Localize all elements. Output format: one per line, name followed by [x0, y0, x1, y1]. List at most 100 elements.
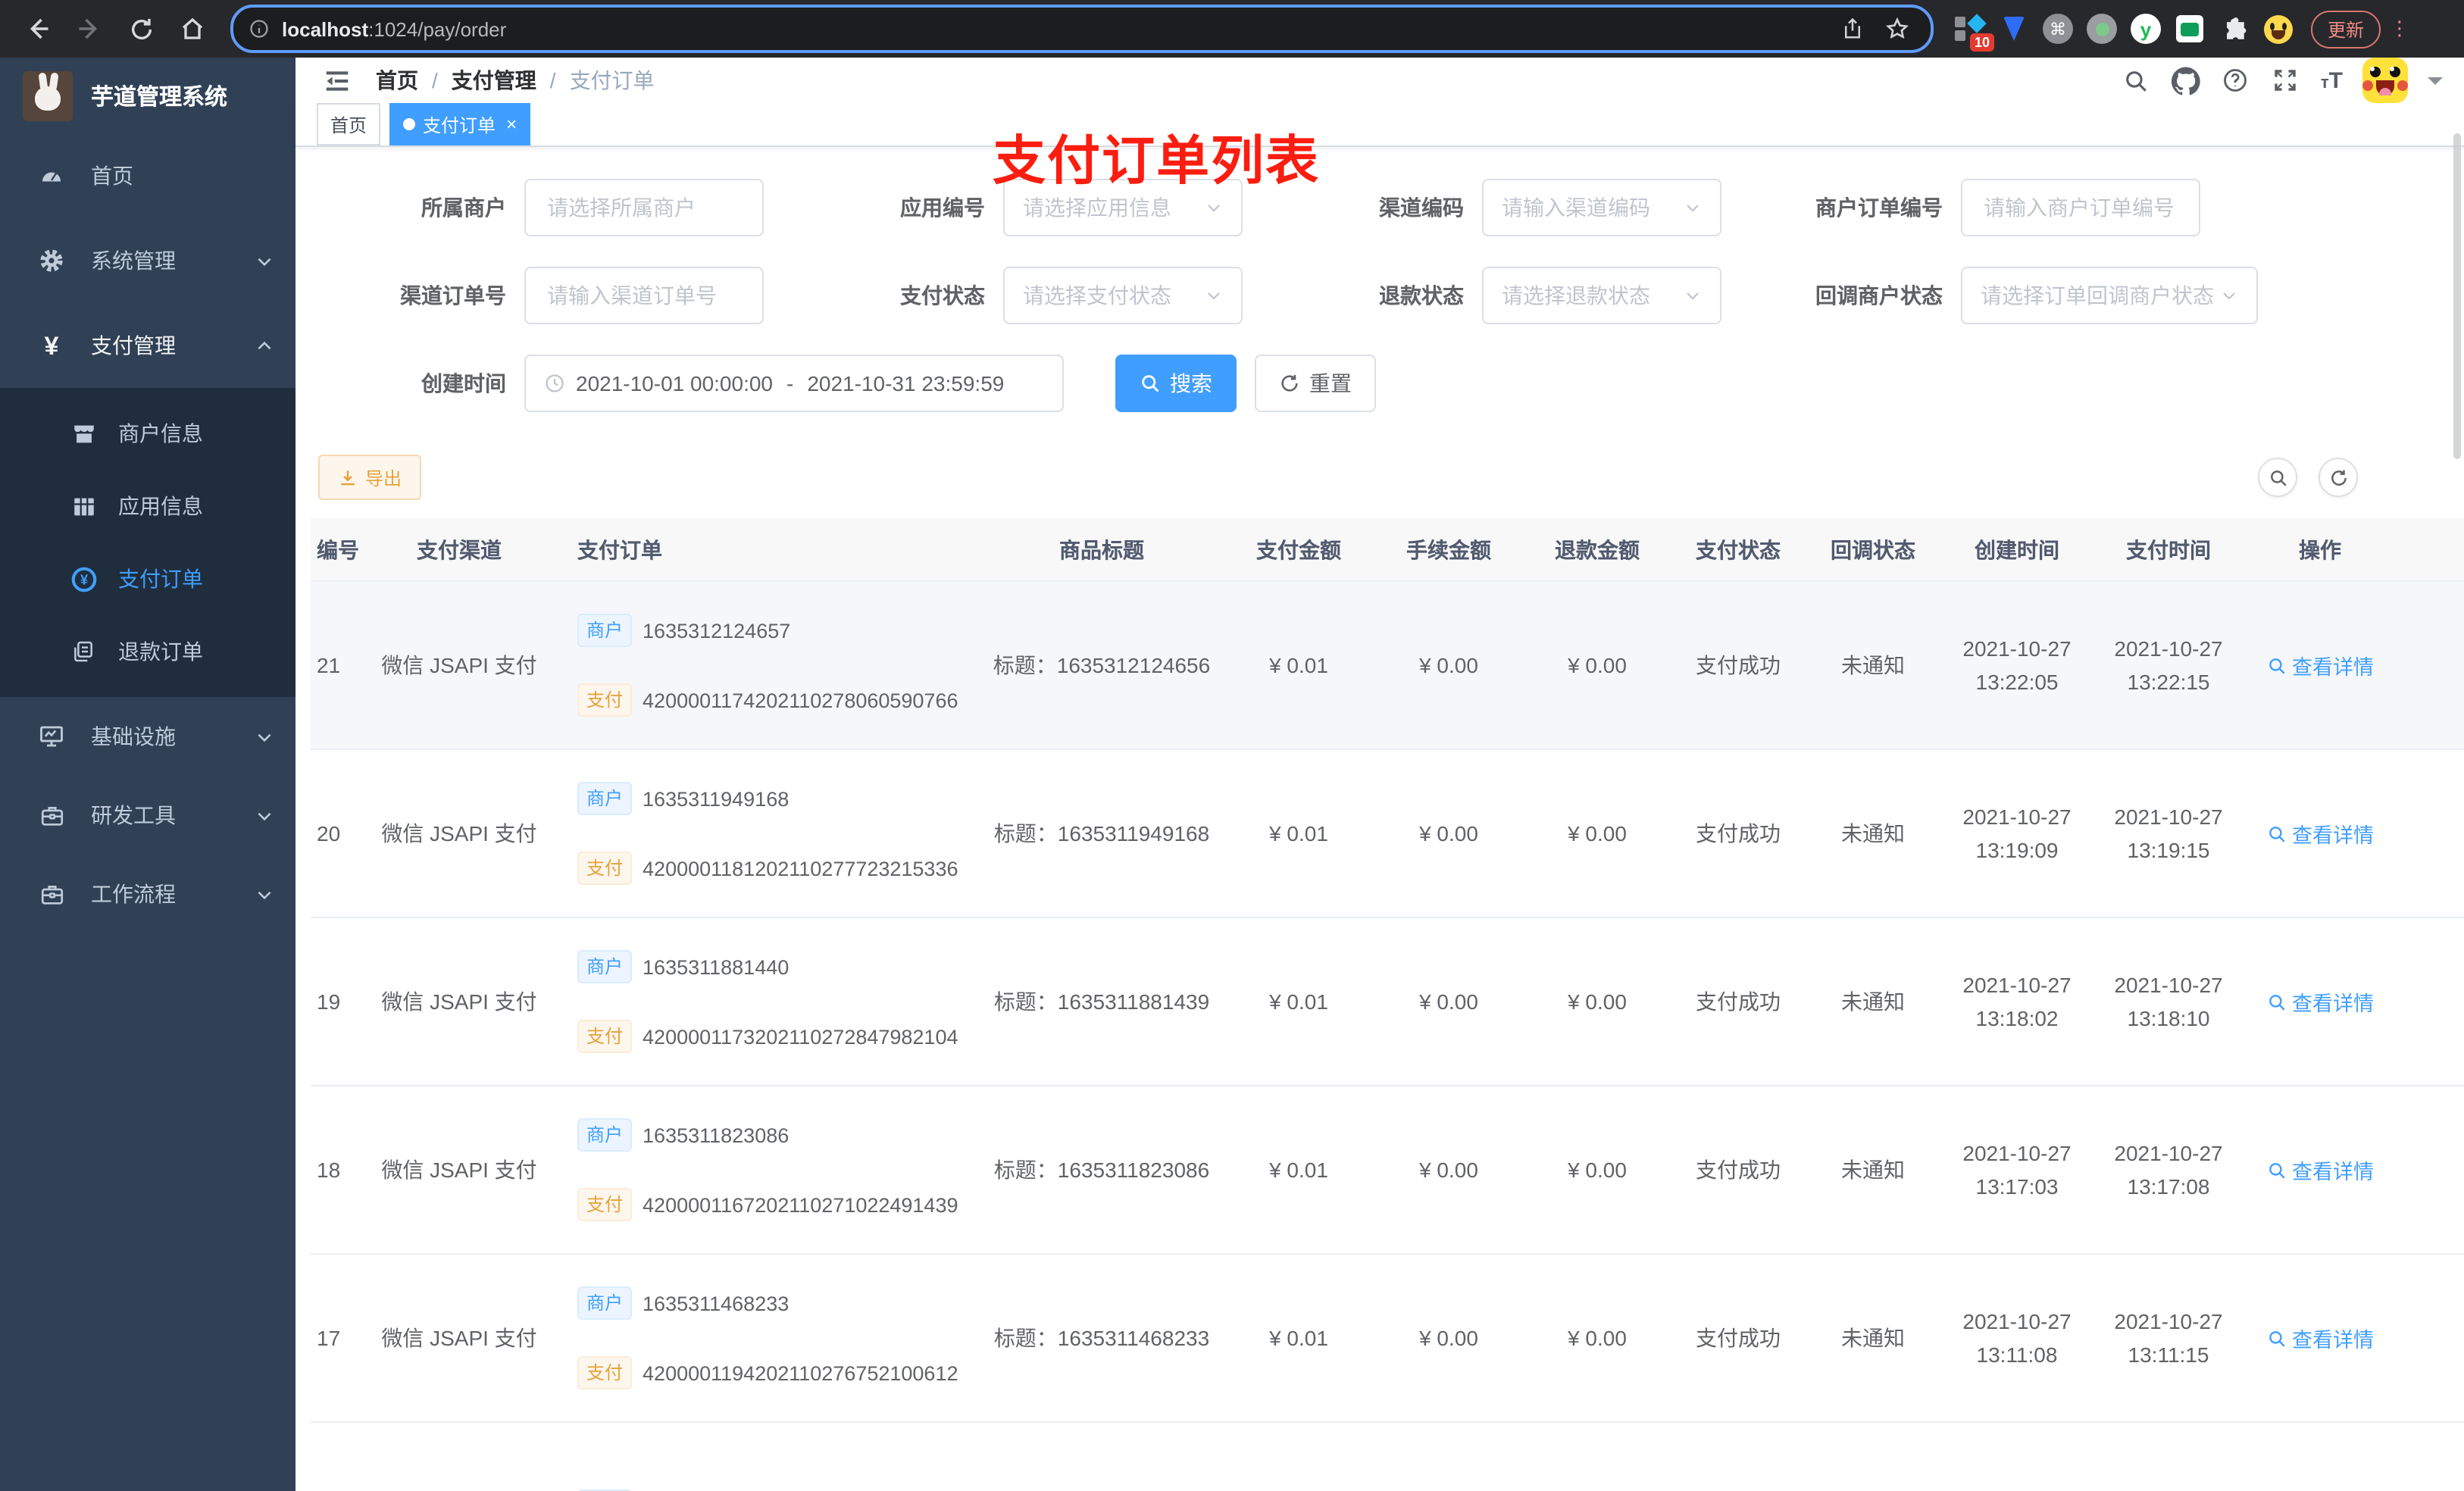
- view-detail-link[interactable]: 查看详情: [2266, 1155, 2374, 1185]
- sidebar-item-home[interactable]: 首页: [0, 133, 295, 218]
- caret-down-icon[interactable]: [2428, 77, 2443, 92]
- sidebar-item-merchant-info[interactable]: 商户信息: [0, 397, 295, 470]
- github-icon[interactable]: [2171, 65, 2201, 95]
- y-extension-icon[interactable]: y: [2131, 14, 2161, 44]
- notify-status-select[interactable]: 请选择订单回调商户状态: [1961, 267, 2258, 324]
- sidebar-item-app-info[interactable]: 应用信息: [0, 470, 295, 542]
- channel-order-no-label: 渠道订单号: [400, 283, 506, 308]
- table-row: 20 微信 JSAPI 支付 商户 1635311949168 支付 4200001…: [311, 750, 2464, 918]
- merchant-tag: 商户: [577, 1286, 633, 1320]
- table-row: 19 微信 JSAPI 支付 商户 1635311881440 支付 4200001…: [311, 918, 2464, 1086]
- tab-pay-order[interactable]: 支付订单 ×: [389, 103, 531, 145]
- avatar[interactable]: [2362, 58, 2408, 103]
- font-size-icon[interactable]: тT: [2321, 67, 2343, 93]
- emoji-extension-icon[interactable]: [2262, 14, 2293, 44]
- svg-text:¥: ¥: [80, 572, 88, 587]
- view-detail-link[interactable]: 查看详情: [2266, 1323, 2374, 1353]
- yen-icon: ¥: [44, 331, 59, 360]
- sidebar-item-workflow[interactable]: 工作流程: [0, 855, 295, 933]
- refund-status-select[interactable]: 请选择退款状态: [1482, 267, 1721, 324]
- more-dots-icon[interactable]: ⋮: [2390, 18, 2409, 38]
- col-pay-status: 支付状态: [1696, 537, 1781, 561]
- merchant-order-no-input[interactable]: [1961, 179, 2200, 236]
- main-content: 支付订单列表 首页 / 支付管理 / 支付订单 тT 首页 支付订单 × 所属商…: [295, 58, 2464, 1491]
- tab-home[interactable]: 首页: [317, 103, 381, 145]
- grid-icon: [67, 493, 100, 519]
- channel-code-label: 渠道编码: [1379, 195, 1464, 220]
- chevron-down-icon: [255, 884, 274, 904]
- gear-icon: [33, 247, 70, 274]
- forward-icon[interactable]: [68, 8, 111, 50]
- refresh-button[interactable]: [2319, 458, 2358, 497]
- table-header: 编号 支付渠道 支付订单 商品标题 支付金额 手续金额 退款金额 支付状态 回调…: [311, 518, 2464, 582]
- channel-order-no-input[interactable]: [524, 267, 764, 324]
- col-pay-time: 支付时间: [2126, 537, 2211, 561]
- share-icon[interactable]: [1841, 17, 1864, 41]
- devtools-extension-icon[interactable]: 10: [1955, 14, 1994, 52]
- back-icon[interactable]: [17, 8, 59, 50]
- merchant-input-field[interactable]: [544, 194, 744, 221]
- channel-code-select[interactable]: 请输入渠道编码: [1482, 179, 1721, 236]
- recorder-extension-icon[interactable]: [2087, 14, 2117, 44]
- pay-tag: 支付: [577, 1188, 633, 1221]
- merchant-label: 所属商户: [421, 195, 506, 220]
- toggle-search-button[interactable]: [2258, 458, 2297, 497]
- command-extension-icon[interactable]: ⌘: [2043, 14, 2073, 44]
- filter-form: 所属商户 应用编号 请选择应用信息 渠道编码: [295, 147, 2464, 442]
- kite-extension-icon[interactable]: [1999, 14, 2029, 44]
- view-detail-link[interactable]: 查看详情: [2266, 986, 2374, 1017]
- reload-icon[interactable]: [120, 8, 162, 50]
- fullscreen-icon[interactable]: [2271, 65, 2301, 95]
- app-title: 芋道管理系统: [91, 84, 228, 110]
- fold-menu-icon[interactable]: [323, 66, 352, 95]
- clock-icon: [544, 373, 565, 394]
- scrollbar-thumb[interactable]: [2453, 133, 2461, 459]
- export-button[interactable]: 导出: [318, 455, 422, 500]
- table-row: 21 微信 JSAPI 支付 商户 1635312124657 支付 4200001…: [311, 582, 2464, 750]
- extension-bar: 10 ⌘ y: [1955, 14, 2293, 52]
- shop-icon: [67, 420, 100, 446]
- close-icon[interactable]: ×: [506, 115, 517, 133]
- site-info-icon[interactable]: [249, 18, 270, 39]
- app-logo: 芋道管理系统: [0, 58, 295, 133]
- app-label: 应用编号: [900, 195, 985, 220]
- help-icon[interactable]: [2221, 65, 2251, 95]
- sidebar-item-infrastructure[interactable]: 基础设施: [0, 697, 295, 776]
- sidebar-item-dev-tools[interactable]: 研发工具: [0, 776, 295, 855]
- sidebar-item-payment[interactable]: ¥ 支付管理: [0, 303, 295, 388]
- merchant-input[interactable]: [524, 179, 764, 236]
- briefcase-icon: [33, 881, 70, 907]
- breadcrumb-home[interactable]: 首页: [376, 65, 418, 95]
- active-dot-icon: [403, 118, 416, 130]
- reset-button[interactable]: 重置: [1255, 355, 1376, 412]
- sidebar-item-pay-order[interactable]: ¥ 支付订单: [0, 542, 295, 615]
- breadcrumb-payment[interactable]: 支付管理: [452, 65, 536, 95]
- chevron-down-icon: [255, 805, 274, 825]
- extensions-puzzle-icon[interactable]: [2219, 14, 2249, 44]
- view-detail-link[interactable]: 查看详情: [2266, 650, 2374, 680]
- col-refund: 退款金额: [1555, 537, 1640, 561]
- chevron-down-icon: [1684, 198, 1702, 217]
- channel-order-no-field[interactable]: [544, 282, 744, 309]
- home-icon[interactable]: [171, 8, 214, 50]
- browser-toolbar: localhost:1024/pay/order 10 ⌘ y 更新 ⋮: [0, 0, 2464, 58]
- range-start: 2021-10-01 00:00:00: [576, 371, 773, 395]
- sidebar-item-system[interactable]: 系统管理: [0, 218, 295, 303]
- chevron-up-icon: [255, 336, 274, 355]
- sidebar-item-refund-order[interactable]: 退款订单: [0, 615, 295, 688]
- merchant-order-no-label: 商户订单编号: [1815, 195, 1943, 220]
- search-button[interactable]: 搜索: [1115, 355, 1237, 412]
- pay-tag: 支付: [577, 852, 633, 885]
- merchant-order-no-field[interactable]: [1981, 194, 2181, 221]
- chevron-down-icon: [1205, 286, 1223, 305]
- screen: localhost:1024/pay/order 10 ⌘ y 更新 ⋮ 芋道…: [0, 0, 2464, 1491]
- star-icon[interactable]: [1885, 17, 1909, 41]
- url-bar[interactable]: localhost:1024/pay/order: [230, 5, 1934, 53]
- browser-update-button[interactable]: 更新: [2311, 10, 2381, 48]
- search-icon[interactable]: [2121, 65, 2151, 95]
- pay-tag: 支付: [577, 683, 633, 717]
- chat-extension-icon[interactable]: [2175, 14, 2205, 44]
- view-detail-link[interactable]: 查看详情: [2266, 818, 2374, 849]
- create-time-range-input[interactable]: 2021-10-01 00:00:00 - 2021-10-31 23:59:5…: [524, 355, 1064, 412]
- pay-status-select[interactable]: 请选择支付状态: [1003, 267, 1243, 324]
